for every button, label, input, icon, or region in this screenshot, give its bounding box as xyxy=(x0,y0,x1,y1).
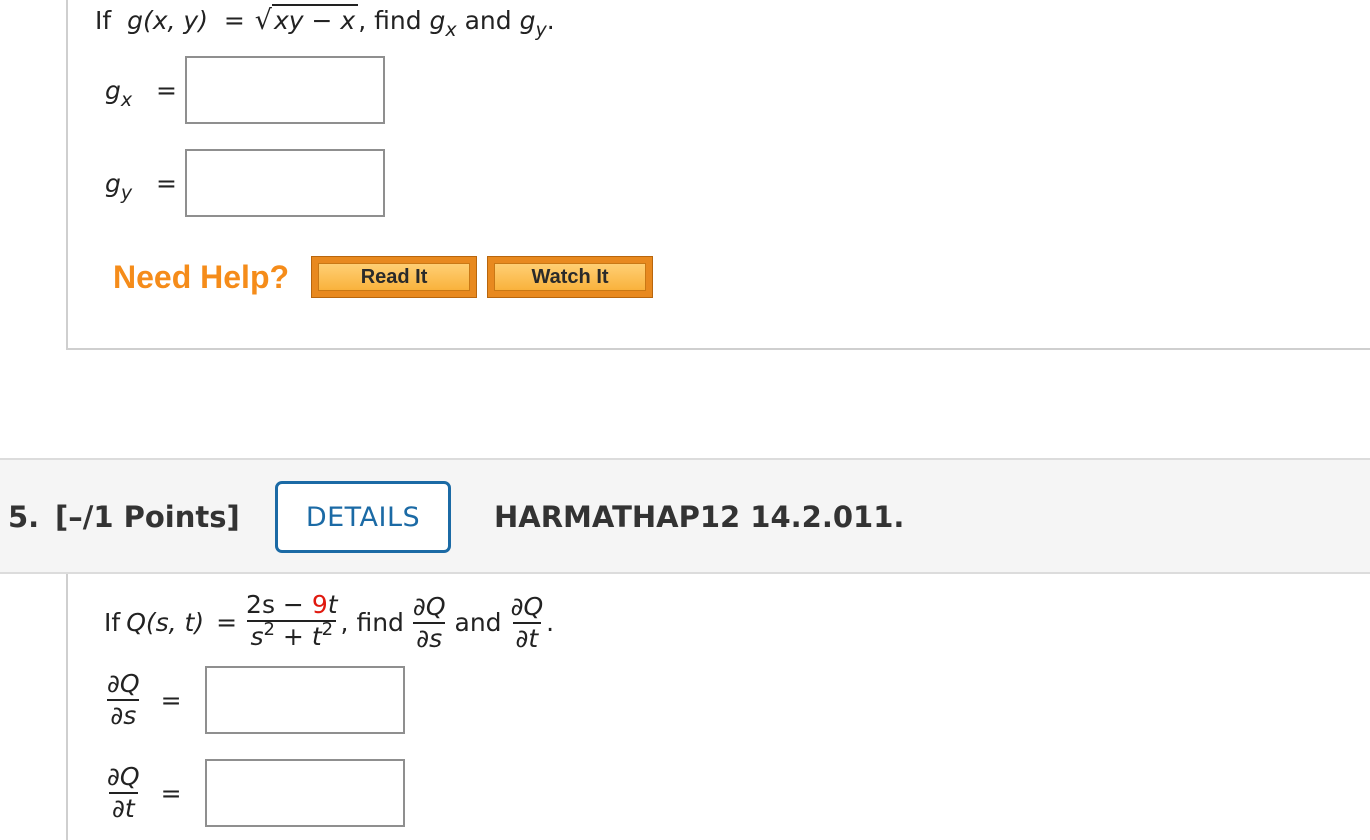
square-root: √xy − x xyxy=(253,4,359,36)
dq-dt-answer-row: ∂Q ∂t = xyxy=(104,759,405,827)
prompt-and-text: and xyxy=(454,608,502,637)
prompt-period: . xyxy=(546,6,555,35)
question-number: 5. xyxy=(8,500,40,534)
q-fraction-numerator: 2s − 9t xyxy=(243,590,341,620)
denominator-exp-1: 2 xyxy=(263,619,275,640)
gx-answer-row: gx = xyxy=(105,56,385,124)
prompt-if-text: If xyxy=(95,6,112,35)
need-help-row: Need Help? Read It Watch It xyxy=(113,256,663,298)
question-5-prompt: If Q(s, t) = 2s − 9t s2 + t2 , find ∂Q ∂… xyxy=(104,590,554,655)
denominator-exp-2: 2 xyxy=(321,619,334,640)
question-4-prompt: If g(x, y) = √xy − x, find gx and gy. xyxy=(95,4,555,41)
dq-dt-answer-input[interactable] xyxy=(204,759,405,827)
gx-base: g xyxy=(429,6,446,35)
gy-answer-row: gy = xyxy=(105,149,385,217)
webassign-page: If g(x, y) = √xy − x, find gx and gy. gx… xyxy=(0,0,1370,840)
equals-sign: = xyxy=(216,608,238,637)
details-button[interactable]: DETAILS xyxy=(275,481,451,553)
gy-subscript: y xyxy=(535,19,547,41)
gx-answer-input[interactable] xyxy=(185,56,385,124)
dq-ds-label: ∂Q ∂s xyxy=(104,669,143,731)
gy-base: g xyxy=(519,6,536,35)
dq-dt-label: ∂Q ∂t xyxy=(104,762,143,824)
numerator-variable: t xyxy=(327,590,338,619)
read-it-button[interactable]: Read It xyxy=(311,256,478,298)
dq-ds-answer-input[interactable] xyxy=(204,666,405,734)
prompt-find-text: , find xyxy=(340,608,404,637)
dq-dt-label-den: ∂t xyxy=(108,792,138,824)
dq-dt-fraction: ∂Q ∂t xyxy=(508,592,547,654)
dq-ds-equals: = xyxy=(160,685,182,715)
question-points: [–/1 Points] xyxy=(55,500,240,534)
numerator-left: 2s − xyxy=(246,590,304,619)
denominator-plus: + xyxy=(282,622,304,651)
denominator-t: t xyxy=(311,622,322,651)
gy-equals: = xyxy=(155,168,177,198)
q-fraction-denominator: s2 + t2 xyxy=(247,619,337,655)
denominator-s: s xyxy=(250,622,264,651)
gy-answer-input[interactable] xyxy=(185,149,385,217)
dq-ds-label-den: ∂s xyxy=(107,699,140,731)
read-it-label: Read It xyxy=(318,263,471,291)
prompt-period: . xyxy=(546,608,555,637)
gx-answer-label: gx = xyxy=(105,75,185,111)
question-code: HARMATHAP12 14.2.011. xyxy=(494,500,905,534)
dq-ds-answer-row: ∂Q ∂s = xyxy=(104,666,405,734)
gx-equals: = xyxy=(155,75,177,105)
gx-label-base: g xyxy=(105,75,121,105)
prompt-find-text: , find xyxy=(358,6,422,35)
dq-ds-numerator: ∂Q xyxy=(412,591,446,621)
dq-dt-denominator: ∂t xyxy=(512,621,542,654)
watch-it-label: Watch It xyxy=(494,263,647,291)
function-g: g(x, y) xyxy=(127,6,208,35)
gy-label-base: g xyxy=(105,168,121,198)
dq-dt-numerator: ∂Q xyxy=(510,591,544,621)
function-q: Q(s, t) xyxy=(126,608,205,637)
prompt-if-text: If xyxy=(104,608,121,637)
gx-label-sub: x xyxy=(120,88,133,111)
dq-dt-label-num: ∂Q xyxy=(107,762,140,791)
question-5-header: 5. [–/1 Points] DETAILS HARMATHAP12 14.2… xyxy=(0,458,1370,574)
gx-subscript: x xyxy=(445,19,457,41)
dq-dt-equals: = xyxy=(160,778,182,808)
dq-ds-fraction: ∂Q ∂s xyxy=(410,592,449,654)
q-fraction: 2s − 9t s2 + t2 xyxy=(243,590,341,655)
watch-it-button[interactable]: Watch It xyxy=(487,256,654,298)
gy-label-sub: y xyxy=(120,181,133,204)
prompt-and-text: and xyxy=(464,6,512,35)
need-help-label: Need Help? xyxy=(113,258,290,295)
dq-ds-denominator: ∂s xyxy=(413,621,446,654)
radicand: xy − x xyxy=(271,4,359,35)
gy-answer-label: gy = xyxy=(105,168,185,204)
dq-ds-label-num: ∂Q xyxy=(107,669,140,698)
numerator-coefficient: 9 xyxy=(311,590,328,619)
equals-sign: = xyxy=(223,6,245,35)
radical-icon: √ xyxy=(254,5,272,36)
